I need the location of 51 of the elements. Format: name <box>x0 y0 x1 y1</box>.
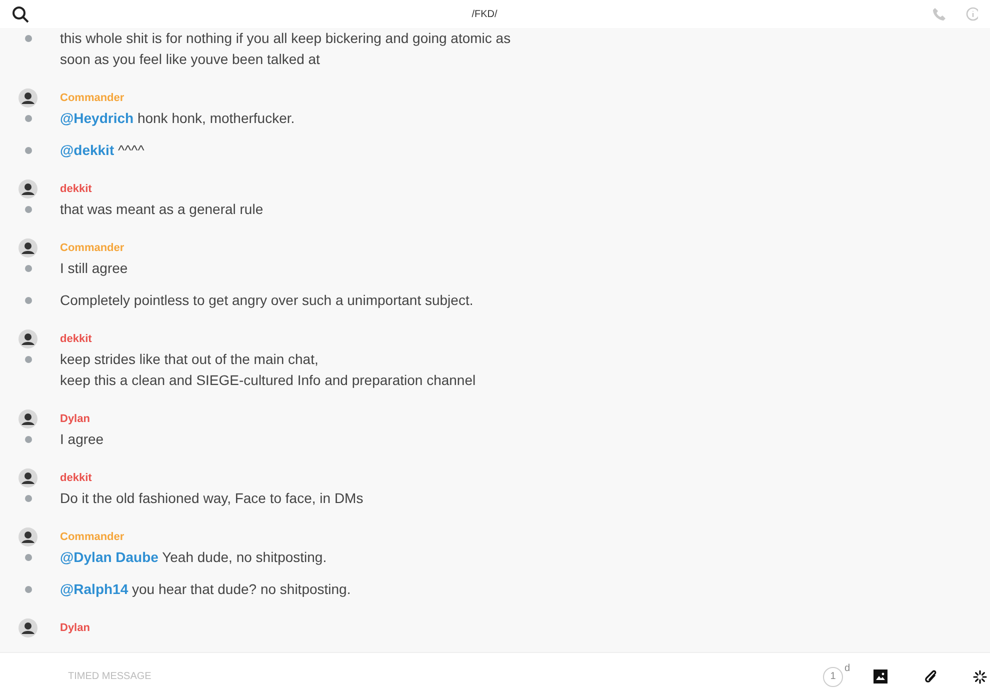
user-avatar[interactable] <box>18 238 38 258</box>
message-text: that was meant as a general rule <box>60 200 264 219</box>
bullet-icon <box>25 147 32 154</box>
user-avatar[interactable] <box>18 618 38 638</box>
message-text: @Ralph14 you hear that dude? no shitposting. <box>60 580 351 599</box>
author-name[interactable]: Commander <box>60 528 124 546</box>
user-mention[interactable]: @Dylan Daube <box>60 549 158 565</box>
message-text: @dekkit ^^^^ <box>60 141 144 160</box>
message-text: @Dylan Daube Yeah dude, no shitposting. <box>60 548 327 567</box>
loading-icon[interactable] <box>973 670 987 684</box>
user-mention[interactable]: @Ralph14 <box>60 581 128 597</box>
bullet-icon <box>25 115 32 122</box>
message-text: Completely pointless to get angry over such a unimportant subject. <box>60 291 474 310</box>
timer-unit: d <box>844 662 850 676</box>
message-text: soon as you feel like youve been talked at <box>60 50 321 69</box>
bullet-icon <box>25 356 32 363</box>
author-name[interactable]: dekkit <box>60 470 92 486</box>
search-icon[interactable] <box>12 6 29 22</box>
author-name[interactable]: Commander <box>60 240 124 256</box>
bullet-icon <box>25 495 32 502</box>
bullet-icon <box>25 206 32 213</box>
bullet-icon <box>25 586 32 593</box>
user-avatar[interactable] <box>18 88 38 108</box>
message-text: I still agree <box>60 259 128 278</box>
bullet-icon <box>25 35 32 42</box>
image-icon[interactable] <box>873 669 888 684</box>
author-name[interactable]: Dylan <box>60 620 90 636</box>
user-avatar[interactable] <box>18 179 38 199</box>
user-avatar[interactable] <box>18 329 38 349</box>
message-text: keep strides like that out of the main chat, <box>60 350 320 369</box>
channel-title: /FKD/ <box>472 8 498 22</box>
user-avatar[interactable] <box>18 527 38 547</box>
message-text: Do it the old fashioned way, Face to face, in DMs <box>60 489 364 508</box>
user-mention[interactable]: @dekkit <box>60 142 114 158</box>
bullet-icon <box>25 265 32 272</box>
message-text: keep this a clean and SIEGE-cultured Info and preparation channel <box>60 371 476 390</box>
message-text: this whole shit is for nothing if you all keep bickering and going atomic as <box>60 29 511 48</box>
user-avatar[interactable] <box>18 468 38 488</box>
message-input[interactable]: TIMED MESSAGE <box>68 669 823 684</box>
bullet-icon <box>25 554 32 561</box>
paperclip-icon[interactable] <box>924 668 938 684</box>
user-avatar[interactable] <box>18 409 38 429</box>
author-name[interactable]: dekkit <box>60 330 92 348</box>
bullet-icon <box>25 436 32 443</box>
author-name[interactable]: Commander <box>60 90 124 106</box>
user-mention[interactable]: @Heydrich <box>60 110 134 126</box>
message-text: I agree <box>60 430 104 449</box>
author-name[interactable]: dekkit <box>60 180 92 198</box>
bullet-icon <box>25 297 32 304</box>
author-name[interactable]: Dylan <box>60 410 90 428</box>
message-text: @Heydrich honk honk, motherfucker. <box>60 109 295 128</box>
